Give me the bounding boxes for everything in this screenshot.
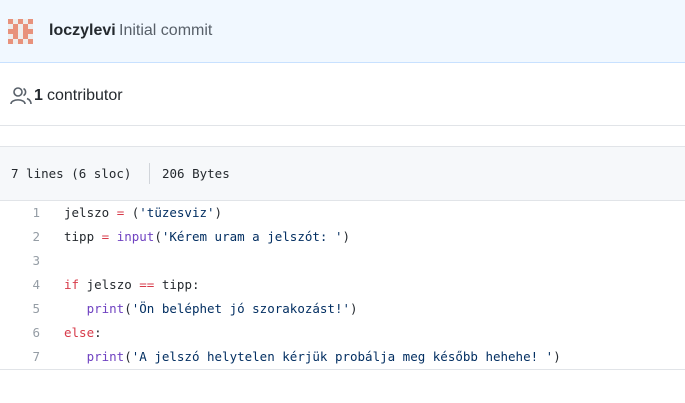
file-size: 206 Bytes	[162, 166, 230, 181]
code-token: tipp:	[154, 277, 200, 292]
people-icon	[10, 87, 32, 105]
code-token: (	[154, 229, 162, 244]
line-number[interactable]: 7	[0, 345, 40, 369]
code-token: jelszo	[79, 277, 140, 292]
commit-author-link[interactable]: loczylevi	[49, 20, 116, 42]
line-code: print('A jelszó helytelen kérjük probálj…	[64, 345, 561, 369]
file-info-header: 7 lines (6 sloc) 206 Bytes	[0, 146, 685, 201]
code-token: (	[124, 205, 140, 220]
code-token: (	[124, 349, 132, 364]
line-number[interactable]: 1	[0, 201, 40, 225]
code-token: 'Kérem uram a jelszót: '	[161, 229, 343, 244]
code-line: 4 if jelszo == tipp:	[0, 273, 685, 297]
line-code: tipp = input('Kérem uram a jelszót: ')	[64, 225, 350, 249]
line-code: else:	[64, 321, 102, 345]
code-view: 1 jelszo = ('tüzesviz') 2 tipp = input('Kér…	[0, 201, 685, 370]
code-line: 7 print('A jelszó helytelen kérjük probá…	[0, 345, 685, 369]
code-token: :	[94, 325, 102, 340]
code-token: 'A jelszó helytelen kérjük probálja meg …	[131, 349, 554, 364]
file-line-count: 7 lines (6 sloc)	[11, 166, 132, 181]
line-number[interactable]: 6	[0, 321, 40, 345]
code-line: 3	[0, 249, 685, 273]
line-code: jelszo = ('tüzesviz')	[64, 201, 222, 225]
code-token: if	[64, 277, 80, 292]
contributors-label[interactable]: contributor	[47, 85, 123, 107]
commit-message-link[interactable]: Initial commit	[119, 20, 212, 42]
code-token: jelszo	[64, 205, 117, 220]
latest-commit-bar: loczylevi Initial commit	[0, 0, 685, 63]
line-number[interactable]: 5	[0, 297, 40, 321]
line-code: if jelszo == tipp:	[64, 273, 200, 297]
code-token: )	[553, 349, 561, 364]
code-token: )	[350, 301, 358, 316]
avatar[interactable]	[8, 19, 33, 44]
code-token: 'Ön beléphet jó szorakozást!'	[131, 301, 350, 316]
code-line: 5 print('Ön beléphet jó szorakozást!')	[0, 297, 685, 321]
code-token: 'tüzesviz'	[139, 205, 215, 220]
code-token: print	[86, 301, 125, 316]
code-token: )	[214, 205, 223, 220]
file-info-divider	[149, 163, 150, 184]
code-token: tipp	[64, 229, 102, 244]
code-line: 1 jelszo = ('tüzesviz')	[0, 201, 685, 225]
code-token: (	[124, 301, 132, 316]
line-number[interactable]: 4	[0, 273, 40, 297]
code-token: )	[342, 229, 351, 244]
line-number[interactable]: 3	[0, 249, 40, 273]
code-token: print	[86, 349, 125, 364]
code-line: 2 tipp = input('Kérem uram a jelszót: ')	[0, 225, 685, 249]
line-number[interactable]: 2	[0, 225, 40, 249]
contributors-count[interactable]: 1	[34, 85, 43, 107]
line-code: print('Ön beléphet jó szorakozást!')	[64, 297, 358, 321]
code-line: 6 else:	[0, 321, 685, 345]
code-token: input	[116, 229, 155, 244]
code-token: else	[64, 325, 95, 340]
code-token: ==	[139, 277, 155, 292]
